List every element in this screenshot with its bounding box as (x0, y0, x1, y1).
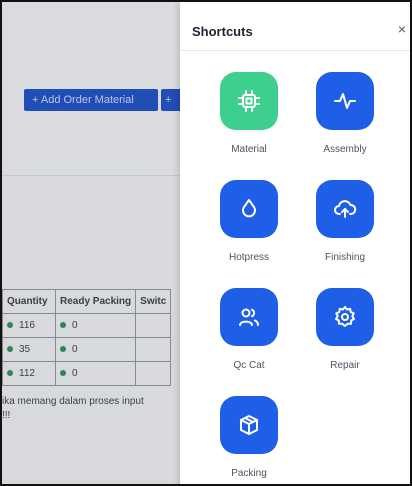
shortcut-material[interactable]: Material (214, 72, 284, 155)
shortcut-label: Repair (330, 360, 360, 371)
activity-icon (316, 72, 374, 130)
shortcut-packing[interactable]: Packing (214, 396, 284, 479)
shortcut-finishing[interactable]: Finishing (310, 180, 380, 263)
users-icon (220, 288, 278, 346)
shortcuts-panel: Shortcuts × Material Assembly Hotpress F… (180, 2, 410, 484)
shortcut-label: Finishing (324, 252, 366, 263)
shortcut-label: Material (231, 144, 267, 155)
modal-backdrop[interactable] (2, 2, 180, 484)
shortcut-assembly[interactable]: Assembly (310, 72, 380, 155)
app-frame: + Add Order Material + Quantity Ready Pa… (0, 0, 412, 486)
shortcut-label: Assembly (323, 144, 367, 155)
gear-icon (316, 288, 374, 346)
shortcut-label: Qc Cat (233, 360, 265, 371)
shortcut-label: Hotpress (228, 252, 269, 263)
shortcut-label: Packing (231, 468, 267, 479)
shortcut-repair[interactable]: Repair (310, 288, 380, 371)
close-icon[interactable]: × (398, 21, 406, 37)
package-icon (220, 396, 278, 454)
droplet-icon (220, 180, 278, 238)
chip-icon (220, 72, 278, 130)
shortcut-hotpress[interactable]: Hotpress (214, 180, 284, 263)
panel-title: Shortcuts (192, 24, 253, 39)
cloud-upload-icon (316, 180, 374, 238)
shortcut-qc-cat[interactable]: Qc Cat (214, 288, 284, 371)
panel-divider (180, 50, 410, 51)
